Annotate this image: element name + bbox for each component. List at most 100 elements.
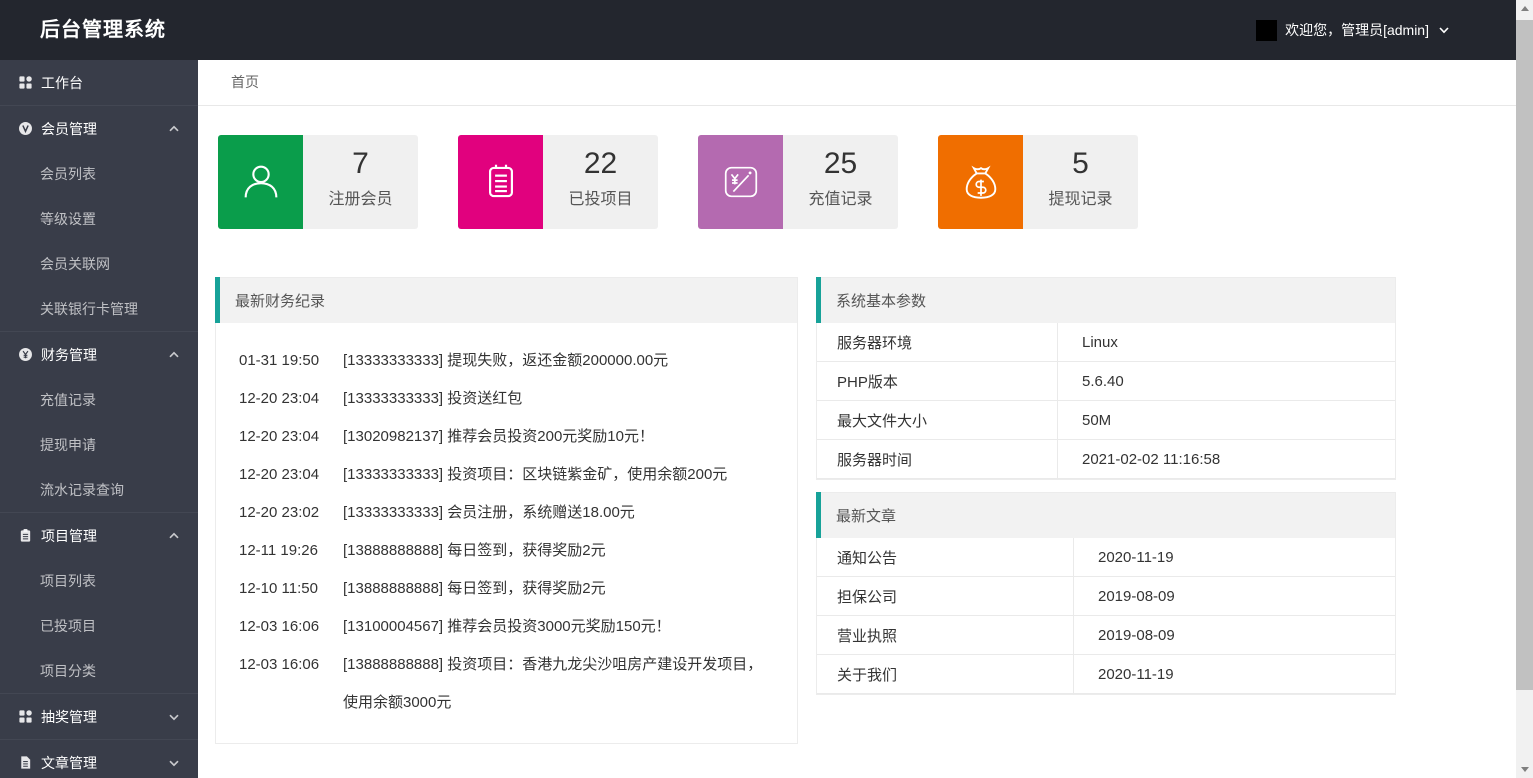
row-label: 通知公告 xyxy=(817,538,1073,576)
record-time: 12-20 23:04 xyxy=(239,456,329,494)
sidebar-group-member-management: 会员管理会员列表等级设置会员关联网关联银行卡管理 xyxy=(0,106,198,332)
system-params-title: 系统基本参数 xyxy=(836,290,926,311)
row-value: 2021-02-02 11:16:58 xyxy=(1057,440,1395,478)
stat-cards: 7注册会员 22已投项目 25 充值记录 5提现记录 xyxy=(218,135,1516,229)
stat-card-withdraw-records[interactable]: 5提现记录 xyxy=(938,135,1138,229)
table-row: 关于我们2020-11-19 xyxy=(817,655,1395,694)
sidebar-item-article-management[interactable]: 文章管理 xyxy=(0,740,198,778)
scrollbar-up-button[interactable] xyxy=(1516,0,1533,17)
row-value: 2019-08-09 xyxy=(1073,577,1395,615)
stat-card-body: 7注册会员 xyxy=(303,135,418,229)
system-params-header: 系统基本参数 xyxy=(817,278,1395,323)
record-time: 12-20 23:04 xyxy=(239,418,329,456)
sidebar-item-finance-management[interactable]: 财务管理 xyxy=(0,332,198,377)
clipboard-pad-icon xyxy=(481,162,521,202)
table-row: 服务器时间2021-02-02 11:16:58 xyxy=(817,440,1395,479)
stat-card-invested-projects[interactable]: 22已投项目 xyxy=(458,135,658,229)
stat-value: 7 xyxy=(303,147,418,181)
sidebar-item-transaction-records-query[interactable]: 流水记录查询 xyxy=(0,467,198,512)
sidebar-item-level-settings[interactable]: 等级设置 xyxy=(0,196,198,241)
grid-icon xyxy=(18,709,33,724)
row-value: 2020-11-19 xyxy=(1073,538,1395,576)
row-value: 5.6.40 xyxy=(1057,362,1395,400)
stat-card-registered-members[interactable]: 7注册会员 xyxy=(218,135,418,229)
right-column: 系统基本参数 服务器环境LinuxPHP版本5.6.40最大文件大小50M服务器… xyxy=(816,277,1396,695)
record-text: [13333333333] 投资送红包 xyxy=(343,380,773,418)
table-row: 最大文件大小50M xyxy=(817,401,1395,440)
chevron-down-icon xyxy=(168,757,180,769)
sidebar-item-project-management[interactable]: 项目管理 xyxy=(0,513,198,558)
user-menu[interactable]: 欢迎您，管理员[admin] xyxy=(1256,0,1450,60)
finance-panel-header: 最新财务纪录 xyxy=(216,278,797,323)
sidebar-subitem-label: 项目分类 xyxy=(40,661,96,681)
top-header: 后台管理系统 欢迎您，管理员[admin] xyxy=(0,0,1516,60)
sidebar-group-workbench: 工作台 xyxy=(0,60,198,106)
finance-record-list: 01-31 19:50[13333333333] 提现失败，返还金额200000… xyxy=(216,323,797,743)
system-params-panel: 系统基本参数 服务器环境LinuxPHP版本5.6.40最大文件大小50M服务器… xyxy=(816,277,1396,480)
sidebar-item-member-list[interactable]: 会员列表 xyxy=(0,151,198,196)
breadcrumb-home[interactable]: 首页 xyxy=(231,60,259,105)
scrollbar xyxy=(1516,0,1533,778)
sidebar-item-invested-projects[interactable]: 已投项目 xyxy=(0,603,198,648)
latest-articles-header: 最新文章 xyxy=(817,493,1395,538)
record-time: 01-31 19:50 xyxy=(239,342,329,380)
app-title: 后台管理系统 xyxy=(40,0,166,60)
row-label: 营业执照 xyxy=(817,616,1073,654)
row-label: 服务器环境 xyxy=(817,323,1057,361)
record-text: [13333333333] 会员注册，系统赠送18.00元 xyxy=(343,494,773,532)
row-label: PHP版本 xyxy=(817,362,1057,400)
row-label: 担保公司 xyxy=(817,577,1073,615)
grid-icon xyxy=(18,75,33,90)
panels-row: 最新财务纪录 01-31 19:50[13333333333] 提现失败，返还金… xyxy=(215,277,1516,744)
stat-value: 25 xyxy=(783,147,898,181)
breadcrumb: 首页 xyxy=(198,60,1516,106)
table-row: 服务器环境Linux xyxy=(817,323,1395,362)
sidebar-subitem-label: 等级设置 xyxy=(40,209,96,229)
finance-panel-title: 最新财务纪录 xyxy=(235,290,325,311)
table-row: 营业执照2019-08-09 xyxy=(817,616,1395,655)
sidebar-item-project-list[interactable]: 项目列表 xyxy=(0,558,198,603)
sidebar-item-bank-card-management[interactable]: 关联银行卡管理 xyxy=(0,286,198,331)
chevron-down-icon xyxy=(168,711,180,723)
avatar xyxy=(1256,20,1277,41)
sidebar-item-project-categories[interactable]: 项目分类 xyxy=(0,648,198,693)
stat-label: 充值记录 xyxy=(783,185,898,209)
app-root: 后台管理系统 欢迎您，管理员[admin] 工作台会员管理会员列表等级设置会员关… xyxy=(0,0,1533,778)
record-time: 12-20 23:04 xyxy=(239,380,329,418)
record-text: [13333333333] 投资项目：区块链紫金矿，使用余额200元 xyxy=(343,456,773,494)
finance-record: 12-11 19:26[13888888888] 每日签到，获得奖励2元 xyxy=(239,532,773,570)
record-time: 12-03 16:06 xyxy=(239,608,329,646)
record-time: 12-10 11:50 xyxy=(239,570,329,608)
stat-label: 提现记录 xyxy=(1023,185,1138,209)
sidebar-item-recharge-records[interactable]: 充值记录 xyxy=(0,377,198,422)
sidebar-item-label: 财务管理 xyxy=(41,345,97,365)
finance-record: 01-31 19:50[13333333333] 提现失败，返还金额200000… xyxy=(239,342,773,380)
scrollbar-down-button[interactable] xyxy=(1516,761,1533,778)
latest-articles-panel: 最新文章 通知公告2020-11-19担保公司2019-08-09营业执照201… xyxy=(816,492,1396,695)
finance-panel: 最新财务纪录 01-31 19:50[13333333333] 提现失败，返还金… xyxy=(215,277,798,744)
scrollbar-thumb[interactable] xyxy=(1516,20,1533,690)
record-text: [13020982137] 推荐会员投资200元奖励10元！ xyxy=(343,418,773,456)
money-bag-icon xyxy=(960,161,1002,203)
sidebar-subitem-label: 流水记录查询 xyxy=(40,480,124,500)
sidebar-group-lottery-management: 抽奖管理 xyxy=(0,694,198,740)
stat-card-recharge-records[interactable]: 25 充值记录 xyxy=(698,135,898,229)
sidebar-item-workbench[interactable]: 工作台 xyxy=(0,60,198,105)
stat-card-body: 25 充值记录 xyxy=(783,135,898,229)
user-icon xyxy=(238,159,284,205)
chevron-up-icon xyxy=(168,530,180,542)
row-value: 2020-11-19 xyxy=(1073,655,1395,693)
main-content: 7注册会员 22已投项目 25 充值记录 5提现记录 最新财务纪录 01-31 19:5… xyxy=(198,106,1516,778)
finance-record: 12-20 23:04 [13020982137] 推荐会员投资200元奖励10元… xyxy=(239,418,773,456)
sidebar-group-article-management: 文章管理 xyxy=(0,740,198,778)
sidebar-item-label: 抽奖管理 xyxy=(41,707,97,727)
finance-record: 12-20 23:04 [13333333333] 投资送红包 xyxy=(239,380,773,418)
sidebar-item-member-management[interactable]: 会员管理 xyxy=(0,106,198,151)
sidebar: 工作台会员管理会员列表等级设置会员关联网关联银行卡管理财务管理充值记录提现申请流… xyxy=(0,60,198,778)
record-text: [13888888888] 每日签到，获得奖励2元 xyxy=(343,532,773,570)
record-text: [13888888888] 投资项目：香港九龙尖沙咀房产建设开发项目，使用余额3… xyxy=(343,646,773,722)
document-icon xyxy=(18,755,33,770)
sidebar-item-withdraw-applications[interactable]: 提现申请 xyxy=(0,422,198,467)
sidebar-item-lottery-management[interactable]: 抽奖管理 xyxy=(0,694,198,739)
sidebar-item-member-network[interactable]: 会员关联网 xyxy=(0,241,198,286)
